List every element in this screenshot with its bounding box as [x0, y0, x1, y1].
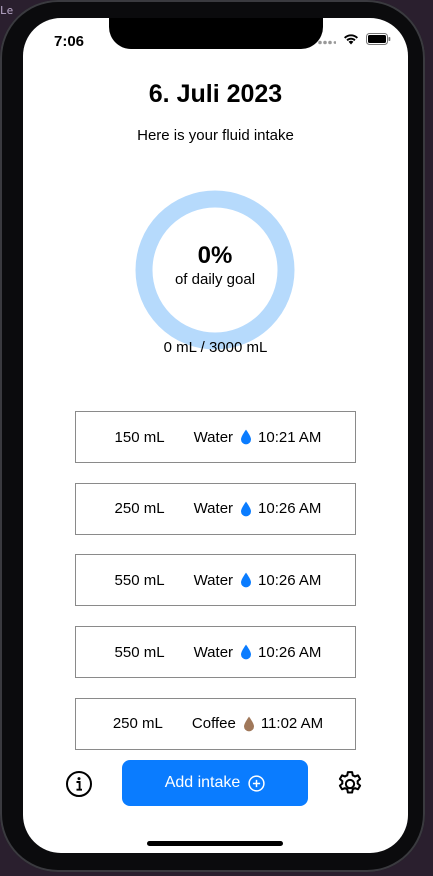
status-time: 7:06 — [54, 33, 85, 50]
entry-type: Coffee — [191, 715, 236, 733]
intake-total: 0 mL / 3000 mL — [163, 339, 268, 356]
entry-time: 10:26 AM — [258, 500, 322, 518]
entry-amount: 550 mL — [114, 643, 165, 661]
app-screen: 7:06 6. Juli 2023 Here is your fluid int… — [23, 18, 408, 853]
signal-icon — [318, 32, 337, 50]
entry-amount: 250 mL — [112, 715, 163, 733]
entry-type: Water — [193, 428, 234, 446]
entry-type: Water — [193, 571, 234, 589]
wifi-icon — [343, 32, 359, 50]
desktop-background-text: Le — [0, 4, 14, 17]
entry-time: 10:26 AM — [258, 571, 322, 589]
entry-time: 10:26 AM — [258, 643, 322, 661]
intake-list: 150 mL Water 10:21 AM 250 mL Water 10:26 AM 55… — [75, 411, 356, 769]
progress-percent: 0% — [197, 242, 233, 269]
add-intake-label: Add intake — [164, 774, 241, 791]
settings-button[interactable] — [335, 769, 365, 799]
intake-entry[interactable]: 550 mL Water 10:26 AM — [75, 626, 356, 679]
intake-entry[interactable]: 150 mL Water 10:21 AM — [75, 411, 356, 463]
water-drop-icon — [240, 501, 252, 517]
plus-circle-icon — [248, 774, 265, 792]
progress-caption: of daily goal — [174, 271, 256, 288]
add-intake-button[interactable]: Add intake — [122, 760, 308, 806]
progress-ring-center: 0% of daily goal — [135, 190, 295, 350]
status-icons — [318, 32, 391, 50]
battery-icon — [366, 32, 391, 50]
entry-type: Water — [193, 643, 234, 661]
coffee-drop-icon — [243, 716, 255, 732]
entry-time: 10:21 AM — [258, 428, 322, 446]
intake-entry[interactable]: 550 mL Water 10:26 AM — [75, 554, 356, 607]
date-title: 6. Juli 2023 — [148, 80, 283, 108]
intake-subtitle: Here is your fluid intake — [137, 127, 294, 144]
gear-icon — [338, 771, 362, 794]
phone-frame: 7:06 6. Juli 2023 Here is your fluid int… — [0, 0, 425, 872]
water-drop-icon — [240, 572, 252, 588]
bottom-toolbar: Add intake — [23, 760, 408, 808]
notch — [109, 18, 323, 49]
water-drop-icon — [240, 429, 252, 445]
entry-amount: 150 mL — [114, 428, 165, 446]
info-button[interactable] — [65, 770, 93, 798]
home-indicator — [147, 841, 283, 846]
entry-amount: 550 mL — [114, 571, 165, 589]
water-drop-icon — [240, 644, 252, 660]
info-icon — [66, 771, 92, 797]
progress-ring: 0% of daily goal — [135, 190, 295, 350]
entry-type: Water — [193, 500, 234, 518]
intake-entry[interactable]: 250 mL Water 10:26 AM — [75, 482, 356, 535]
intake-entry[interactable]: 250 mL Coffee 11:02 AM — [75, 697, 356, 750]
entry-time: 11:02 AM — [260, 715, 324, 733]
entry-amount: 250 mL — [114, 500, 165, 518]
